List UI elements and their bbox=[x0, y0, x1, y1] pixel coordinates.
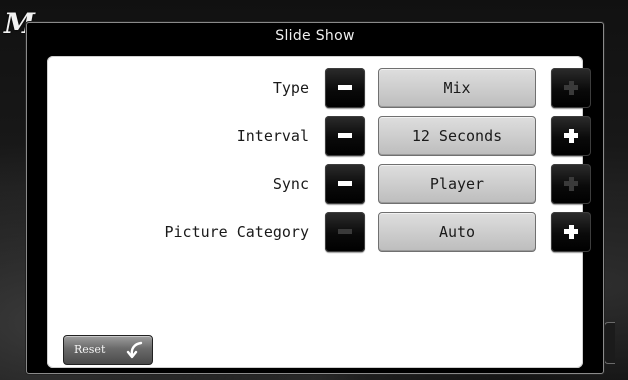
dialog-title: Slide Show bbox=[275, 28, 355, 44]
sync-decrement-button[interactable] bbox=[325, 164, 365, 204]
sync-value[interactable]: Player bbox=[378, 164, 536, 204]
setting-label: Picture Category bbox=[164, 223, 310, 241]
picture-category-value[interactable]: Auto bbox=[378, 212, 536, 252]
picture-category-increment-button[interactable] bbox=[551, 212, 591, 252]
type-decrement-button[interactable] bbox=[325, 68, 365, 108]
settings-panel: Type Mix Interval 12 Seconds Sync Player… bbox=[47, 56, 591, 368]
setting-row-type: Type Mix bbox=[47, 68, 591, 108]
setting-label: Type bbox=[272, 79, 309, 97]
plus-icon bbox=[551, 212, 591, 252]
side-panel-tab bbox=[604, 322, 615, 364]
minus-icon bbox=[325, 164, 365, 204]
setting-row-picture-category: Picture Category Auto bbox=[47, 212, 591, 252]
type-value[interactable]: Mix bbox=[378, 68, 536, 108]
minus-icon bbox=[325, 212, 365, 252]
reset-button[interactable]: Reset bbox=[63, 335, 153, 365]
setting-row-interval: Interval 12 Seconds bbox=[47, 116, 591, 156]
setting-row-sync: Sync Player bbox=[47, 164, 591, 204]
minus-icon bbox=[325, 68, 365, 108]
minus-icon bbox=[325, 116, 365, 156]
interval-value[interactable]: 12 Seconds bbox=[378, 116, 536, 156]
interval-increment-button[interactable] bbox=[551, 116, 591, 156]
setting-label: Interval bbox=[236, 127, 309, 145]
reset-label: Reset bbox=[74, 343, 106, 356]
plus-icon bbox=[551, 164, 591, 204]
type-increment-button[interactable] bbox=[551, 68, 591, 108]
picture-category-decrement-button[interactable] bbox=[325, 212, 365, 252]
sync-increment-button[interactable] bbox=[551, 164, 591, 204]
undo-arrow-icon bbox=[126, 341, 143, 359]
setting-label: Sync bbox=[272, 175, 309, 193]
slide-show-dialog: Slide Show Type Mix Interval 12 Seconds bbox=[26, 22, 604, 374]
interval-decrement-button[interactable] bbox=[325, 116, 365, 156]
plus-icon bbox=[551, 116, 591, 156]
plus-icon bbox=[551, 68, 591, 108]
